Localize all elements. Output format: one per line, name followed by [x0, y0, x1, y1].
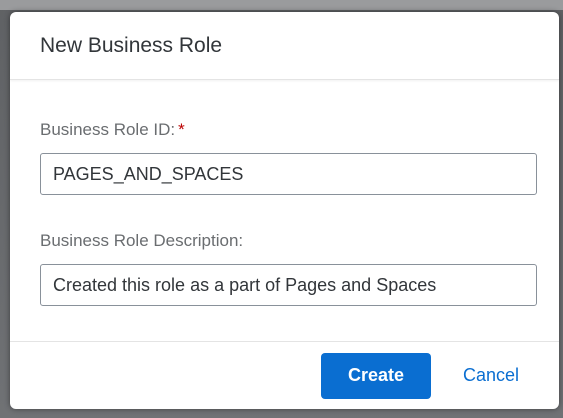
background-app-edge — [0, 0, 563, 10]
new-business-role-dialog: New Business Role Business Role ID:* Bus… — [10, 12, 559, 409]
required-marker: * — [178, 120, 185, 139]
business-role-id-input[interactable] — [40, 153, 537, 195]
dialog-footer: Create Cancel — [10, 341, 559, 409]
dialog-content: Business Role ID:* Business Role Descrip… — [10, 80, 559, 342]
cancel-button[interactable]: Cancel — [463, 353, 519, 399]
business-role-id-label-text: Business Role ID: — [40, 120, 176, 139]
create-button[interactable]: Create — [320, 352, 431, 399]
dialog-title: New Business Role — [40, 33, 223, 57]
business-role-description-label: Business Role Description: — [40, 231, 244, 250]
business-role-description-input[interactable] — [40, 264, 537, 306]
dialog-header: New Business Role — [10, 12, 559, 80]
business-role-id-label: Business Role ID: * — [40, 80, 537, 140]
